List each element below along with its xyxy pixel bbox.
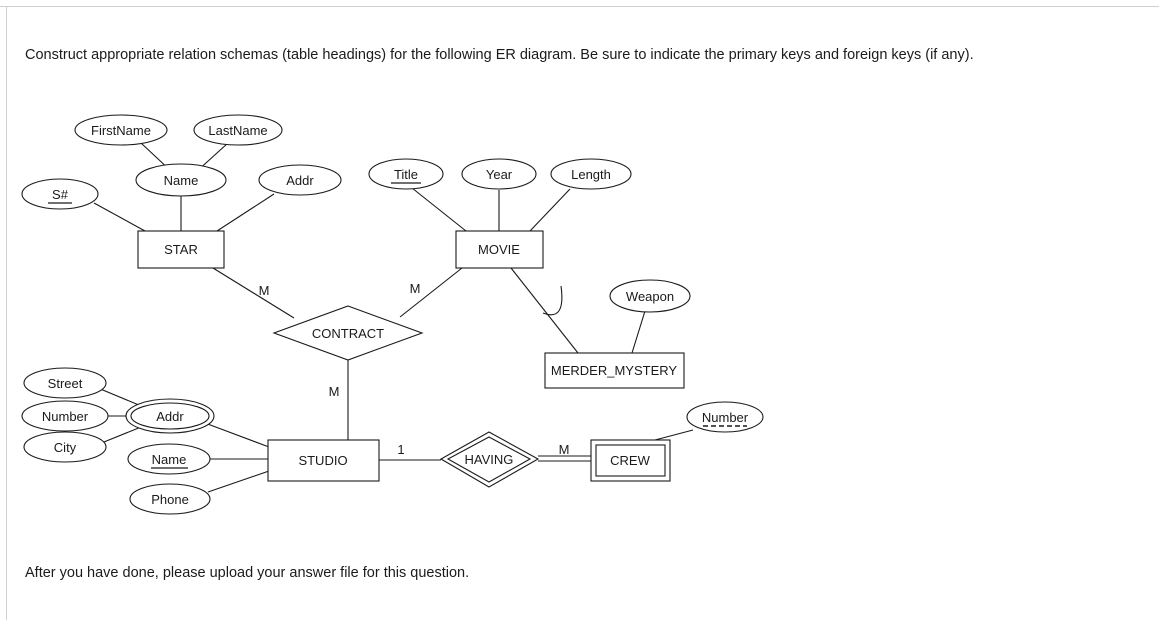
attribute-crew-number: Number: [686, 401, 764, 433]
attribute-movie-length: Length: [550, 158, 632, 190]
attribute-studio-addr-label: Addr: [156, 409, 184, 424]
attribute-star-addr-label: Addr: [286, 173, 314, 188]
entity-crew-label: CREW: [610, 453, 650, 468]
attribute-movie-title-label: Title: [394, 167, 418, 182]
edge-star-contract: [212, 267, 295, 319]
attribute-studio-street: Street: [23, 367, 107, 399]
attribute-studio-addr: Addr: [125, 398, 215, 434]
edge-star-addr: [216, 193, 275, 232]
attribute-movie-year-label: Year: [486, 167, 513, 182]
attribute-movie-year: Year: [461, 158, 537, 190]
relationship-contract-label: CONTRACT: [312, 326, 384, 341]
edge-studio-phone: [207, 470, 270, 493]
attribute-studio-street-label: Street: [48, 376, 83, 391]
attribute-studio-name-label: Name: [152, 452, 187, 467]
edge-movie-mystery: [510, 267, 579, 354]
relationship-contract: CONTRACT: [272, 305, 424, 361]
attribute-studio-number-label: Number: [42, 409, 89, 424]
attribute-lastname: LastName: [193, 114, 283, 146]
cardinality-star-contract: M: [259, 283, 270, 298]
entity-studio: STUDIO: [267, 439, 380, 482]
attribute-studio-city-label: City: [54, 440, 77, 455]
entity-crew: CREW: [590, 439, 671, 482]
isa-arc-icon: [542, 285, 563, 316]
relationship-having-label: HAVING: [465, 452, 514, 467]
question-page: Construct appropriate relation schemas (…: [0, 0, 1159, 620]
edge-movie-length: [529, 188, 571, 232]
cardinality-contract-studio: M: [329, 384, 340, 399]
attribute-crew-number-label: Number: [702, 410, 749, 425]
entity-merder-mystery-label: MERDER_MYSTERY: [551, 363, 678, 378]
attribute-movie-title: Title: [368, 158, 444, 190]
attribute-studio-number: Number: [21, 400, 109, 432]
entity-star-label: STAR: [164, 242, 198, 257]
edge-movie-title: [411, 187, 467, 232]
entity-studio-label: STUDIO: [298, 453, 347, 468]
entity-movie: MOVIE: [455, 230, 544, 269]
edge-studio-addr: [204, 422, 270, 448]
attribute-star-name-label: Name: [164, 173, 199, 188]
attribute-studio-phone-label: Phone: [151, 492, 189, 507]
attribute-firstname: FirstName: [74, 114, 168, 146]
attribute-firstname-label: FirstName: [91, 123, 151, 138]
entity-movie-label: MOVIE: [478, 242, 520, 257]
attribute-movie-length-label: Length: [571, 167, 611, 182]
attribute-studio-city: City: [23, 431, 107, 463]
upload-instruction-text: After you have done, please upload your …: [25, 565, 470, 581]
edge-star-s-number: [93, 202, 146, 232]
er-diagram: FirstName LastName Name S# Addr Title Ye…: [21, 114, 764, 515]
relationship-having: HAVING: [439, 431, 540, 488]
cardinality-studio-having: 1: [397, 442, 404, 457]
cardinality-movie-contract: M: [410, 281, 421, 296]
attribute-star-name: Name: [135, 163, 227, 197]
attribute-star-s-number: S#: [21, 178, 99, 210]
entity-merder-mystery: MERDER_MYSTERY: [544, 352, 685, 389]
cardinality-having-crew: M: [559, 442, 570, 457]
attribute-mystery-weapon: Weapon: [609, 279, 691, 313]
attribute-studio-phone: Phone: [129, 483, 211, 515]
entity-star: STAR: [137, 230, 225, 269]
attribute-mystery-weapon-label: Weapon: [626, 289, 674, 304]
attribute-star-s-number-label: S#: [52, 187, 69, 202]
edge-crew-number: [654, 429, 694, 441]
edge-mystery-weapon: [631, 310, 646, 354]
attribute-star-addr: Addr: [258, 164, 342, 196]
attribute-lastname-label: LastName: [208, 123, 267, 138]
attribute-studio-name: Name: [127, 443, 211, 475]
